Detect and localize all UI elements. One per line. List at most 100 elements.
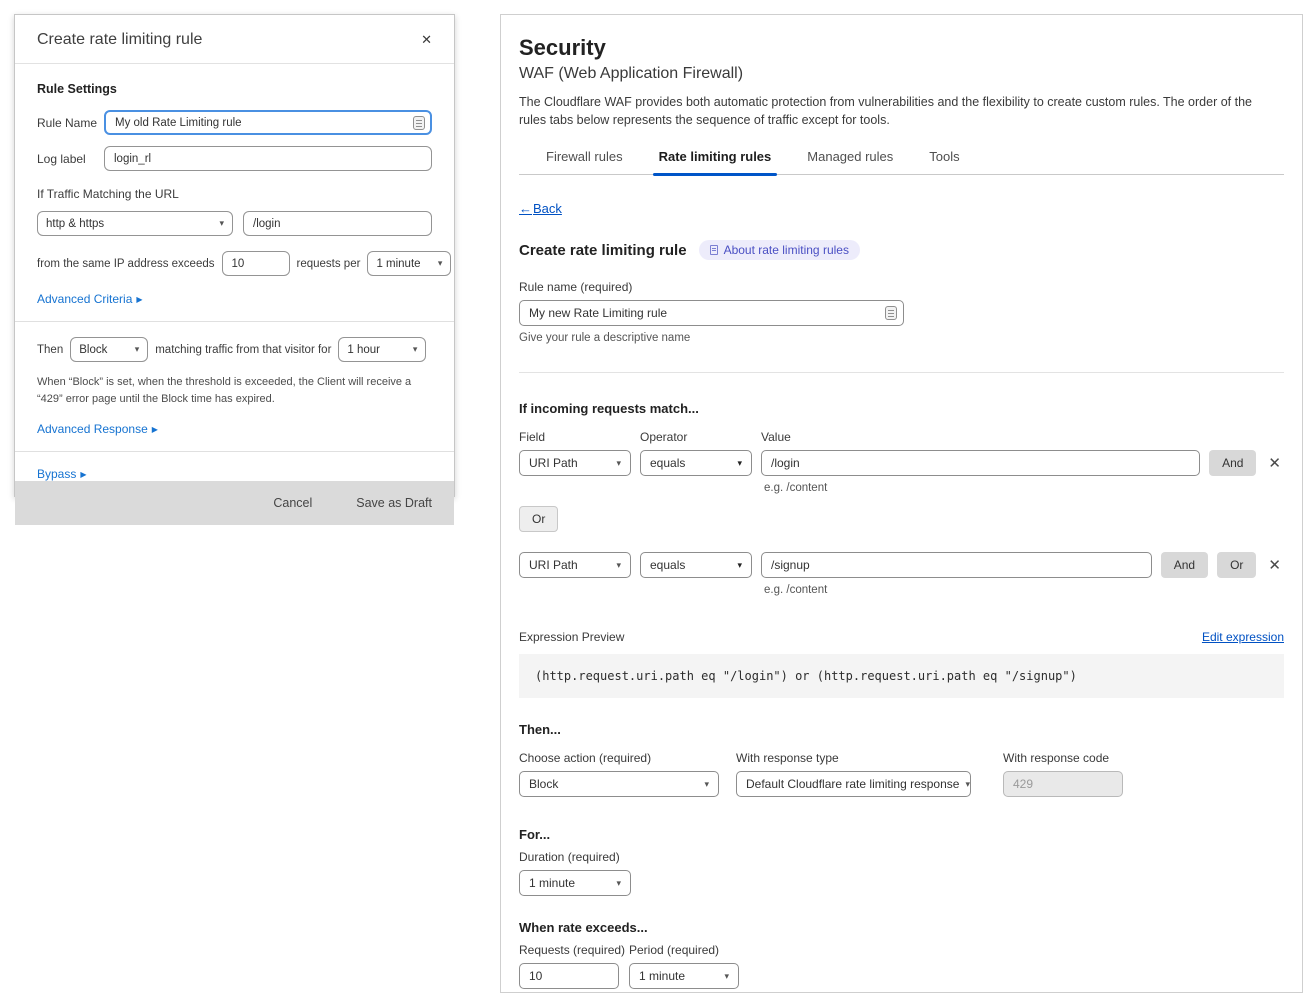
caret-down-icon: ▾ (704, 779, 709, 790)
disclosure-icon: ▶ (136, 295, 142, 304)
remove-icon[interactable]: ✕ (1265, 556, 1284, 574)
action-select[interactable]: Block ▾ (519, 771, 719, 797)
requests-input[interactable] (222, 251, 290, 276)
doc-icon (710, 245, 718, 255)
tab-tools[interactable]: Tools (929, 149, 959, 174)
disclosure-icon: ▶ (152, 425, 158, 434)
modal-body: Rule Settings Rule Name Log label If Tra… (15, 64, 454, 481)
field-select[interactable]: URI Path ▾ (519, 450, 631, 476)
divider (15, 321, 454, 322)
response-code-input (1003, 771, 1123, 797)
matching-text: matching traffic from that visitor for (155, 344, 331, 356)
caret-down-icon: ▾ (219, 218, 224, 229)
block-note: When “Block” is set, when the threshold … (37, 374, 432, 408)
or-button[interactable]: Or (519, 506, 558, 532)
divider (15, 451, 454, 452)
response-code-label: With response code (1003, 751, 1123, 765)
ban-duration-select[interactable]: 1 hour ▾ (338, 337, 426, 362)
period-select[interactable]: 1 minute ▾ (367, 251, 451, 276)
traffic-match-heading: If Traffic Matching the URL (37, 187, 432, 201)
page-title: Security (519, 35, 1284, 61)
scheme-select[interactable]: http & https ▾ (37, 211, 233, 236)
modal-footer: Cancel Save as Draft (15, 481, 454, 525)
expression-preview-label: Expression Preview (519, 630, 624, 644)
expression-preview-code: (http.request.uri.path eq "/login") or (… (519, 654, 1284, 698)
tab-managed-rules[interactable]: Managed rules (807, 149, 893, 174)
or-button[interactable]: Or (1217, 552, 1256, 578)
exceeds-text: from the same IP address exceeds (37, 258, 215, 270)
waf-panel: Security WAF (Web Application Firewall) … (500, 14, 1303, 993)
page-description: The Cloudflare WAF provides both automat… (519, 93, 1281, 129)
tab-rate-limiting-rules[interactable]: Rate limiting rules (659, 149, 772, 174)
edit-expression-link[interactable]: Edit expression (1202, 630, 1284, 644)
url-input[interactable] (243, 211, 432, 236)
field-select[interactable]: URI Path ▾ (519, 552, 631, 578)
duration-label: Duration (required) (519, 850, 1284, 864)
divider (519, 372, 1284, 373)
tab-firewall-rules[interactable]: Firewall rules (546, 149, 623, 174)
condition-row: URI Path ▾ equals ▾ And Or ✕ (519, 552, 1284, 578)
operator-select[interactable]: equals ▾ (640, 450, 752, 476)
caret-down-icon: ▾ (135, 344, 140, 355)
caret-down-icon: ▾ (965, 779, 970, 790)
caret-down-icon: ▾ (737, 560, 742, 571)
back-link[interactable]: ← Back (519, 201, 562, 216)
caret-down-icon: ▾ (413, 344, 418, 355)
value-hint: e.g. /content (764, 482, 1284, 494)
action-select[interactable]: Block ▾ (70, 337, 148, 362)
requests-input[interactable] (519, 963, 619, 989)
page-subtitle: WAF (Web Application Firewall) (519, 65, 1284, 83)
caret-down-icon: ▾ (616, 458, 621, 469)
log-label-input[interactable] (104, 146, 432, 171)
condition-row: URI Path ▾ equals ▾ And ✕ (519, 450, 1284, 476)
disclosure-icon: ▶ (80, 470, 86, 479)
rule-name-label: Rule Name (37, 116, 104, 130)
field-label: Field (519, 430, 640, 444)
rule-name-label: Rule name (required) (519, 280, 1284, 294)
value-input[interactable] (761, 552, 1152, 578)
then-heading: Then... (519, 722, 1284, 737)
then-text: Then (37, 344, 63, 356)
modal-title: Create rate limiting rule (37, 31, 202, 49)
advanced-response-link[interactable]: Advanced Response ▶ (37, 422, 158, 436)
caret-down-icon: ▾ (616, 878, 621, 889)
rule-name-help: Give your rule a descriptive name (519, 332, 1284, 344)
choose-action-label: Choose action (required) (519, 751, 719, 765)
modal-header: Create rate limiting rule ✕ (15, 15, 454, 64)
create-rate-limit-modal: Create rate limiting rule ✕ Rule Setting… (14, 14, 455, 497)
and-button[interactable]: And (1209, 450, 1256, 476)
form-title: Create rate limiting rule (519, 242, 687, 259)
value-hint: e.g. /content (764, 584, 1284, 596)
caret-down-icon: ▾ (737, 458, 742, 469)
cancel-button[interactable]: Cancel (273, 496, 312, 510)
and-button[interactable]: And (1161, 552, 1208, 578)
bypass-link[interactable]: Bypass ▶ (37, 467, 87, 481)
operator-select[interactable]: equals ▾ (640, 552, 752, 578)
operator-label: Operator (640, 430, 761, 444)
about-rate-limiting-badge[interactable]: About rate limiting rules (699, 240, 860, 260)
save-as-draft-button[interactable]: Save as Draft (356, 496, 432, 510)
advanced-criteria-link[interactable]: Advanced Criteria ▶ (37, 292, 143, 306)
waf-tabs: Firewall rules Rate limiting rules Manag… (519, 149, 1284, 175)
requests-label: Requests (required) (519, 943, 619, 957)
rule-name-input[interactable] (104, 110, 432, 135)
remove-icon[interactable]: ✕ (1265, 454, 1284, 472)
caret-down-icon: ▾ (438, 258, 443, 269)
close-icon[interactable]: ✕ (419, 31, 434, 48)
form-fill-icon (885, 306, 897, 320)
duration-select[interactable]: 1 minute ▾ (519, 870, 631, 896)
form-fill-icon (413, 116, 425, 130)
back-arrow-icon: ← (519, 201, 532, 216)
rule-name-input[interactable] (519, 300, 904, 326)
incoming-requests-heading: If incoming requests match... (519, 401, 1284, 416)
caret-down-icon: ▾ (616, 560, 621, 571)
response-type-select[interactable]: Default Cloudflare rate limiting respons… (736, 771, 971, 797)
period-label: Period (required) (629, 943, 739, 957)
period-select[interactable]: 1 minute ▾ (629, 963, 739, 989)
value-input[interactable] (761, 450, 1200, 476)
value-label: Value (761, 430, 791, 444)
rule-settings-heading: Rule Settings (37, 82, 432, 96)
for-heading: For... (519, 827, 1284, 842)
caret-down-icon: ▾ (724, 971, 729, 982)
rate-exceeds-heading: When rate exceeds... (519, 920, 1284, 935)
